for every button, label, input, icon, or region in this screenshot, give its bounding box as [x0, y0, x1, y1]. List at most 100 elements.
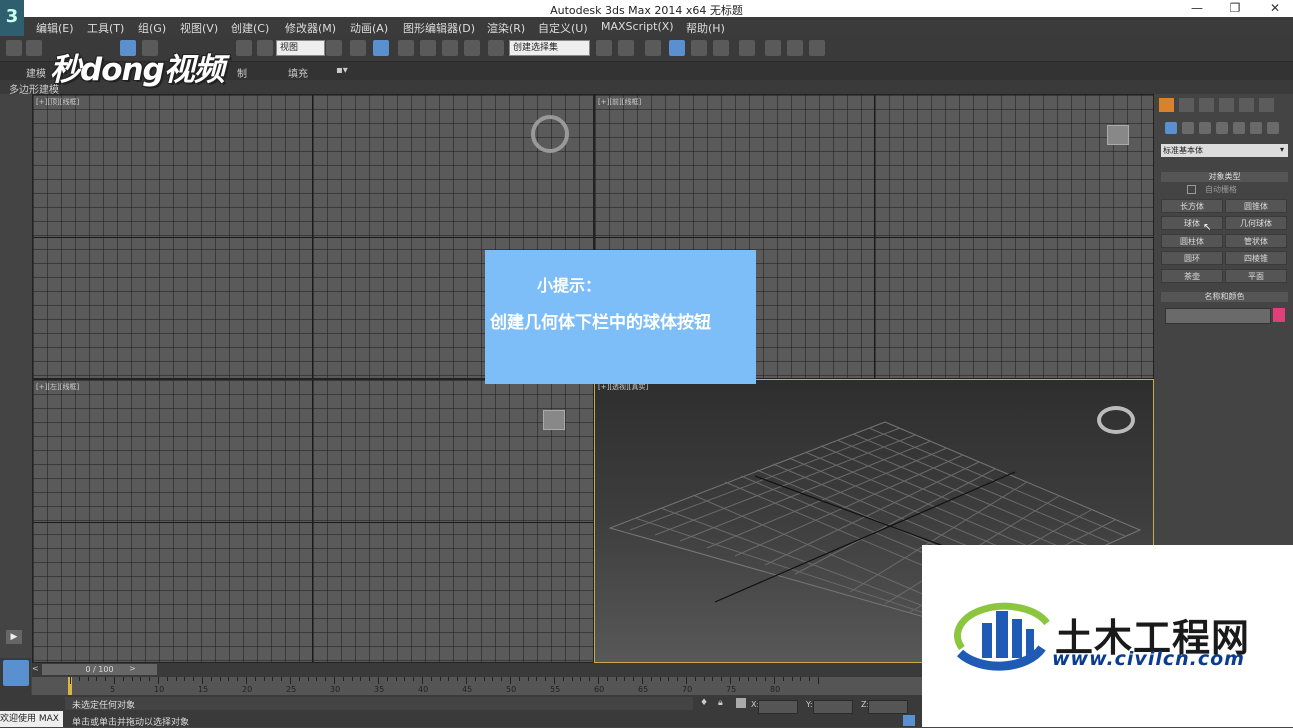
helpers-icon[interactable] — [1233, 122, 1245, 134]
viewcube-left[interactable] — [543, 410, 565, 430]
material-editor-icon[interactable] — [739, 40, 755, 56]
menu-tools[interactable]: 工具(T) — [87, 20, 124, 36]
keyboard-shortcut-icon[interactable] — [373, 40, 389, 56]
spinner-snap-icon[interactable] — [464, 40, 480, 56]
viewport-front-label[interactable]: [+][前][线框] — [598, 97, 641, 107]
menu-help[interactable]: 帮助(H) — [686, 20, 725, 36]
minimize-button[interactable]: — — [1182, 0, 1212, 17]
viewport-left-label[interactable]: [+][左][线框] — [36, 382, 79, 392]
viewport-top-label[interactable]: [+][顶][线框] — [36, 97, 79, 107]
close-button[interactable]: ✕ — [1260, 0, 1290, 17]
snap-icon[interactable] — [398, 40, 414, 56]
menu-create[interactable]: 创建(C) — [231, 20, 269, 36]
named-selection-set-select[interactable]: 创建选择集 — [509, 40, 590, 56]
curve-editor-icon[interactable] — [691, 40, 707, 56]
render-teapot-icon[interactable] — [809, 40, 825, 56]
teapot-button[interactable]: 茶壶 — [1161, 269, 1223, 283]
transform-mode-icon[interactable] — [736, 698, 746, 708]
reference-coordinate-select[interactable]: 视图 — [276, 40, 325, 56]
menu-modifiers[interactable]: 修改器(M) — [285, 20, 336, 36]
rollout-name-color[interactable]: 名称和颜色 — [1161, 292, 1288, 302]
coord-x-field[interactable] — [758, 700, 798, 714]
menu-group[interactable]: 组(G) — [138, 20, 166, 36]
maxscript-listener-icon[interactable] — [903, 715, 915, 726]
menu-graph-editors[interactable]: 图形编辑器(D) — [403, 20, 475, 36]
unlink-icon[interactable] — [26, 40, 42, 56]
align-icon[interactable] — [618, 40, 634, 56]
maxscript-mini-listener[interactable]: 欢迎使用 MAX — [0, 711, 63, 727]
motion-tab-icon[interactable] — [1219, 98, 1234, 112]
move-icon[interactable] — [350, 40, 366, 56]
geometry-icon[interactable] — [1165, 122, 1177, 134]
link-icon[interactable] — [6, 40, 22, 56]
menu-maxscript[interactable]: MAXScript(X) — [601, 20, 674, 33]
graphite-tools-icon[interactable] — [669, 40, 685, 56]
rollout-object-type[interactable]: 对象类型 — [1161, 172, 1288, 182]
hint-title: 小提示： — [537, 276, 602, 295]
track-tick — [210, 677, 212, 681]
modify-tab-icon[interactable] — [1179, 98, 1194, 112]
schematic-view-icon[interactable] — [713, 40, 729, 56]
space-warps-icon[interactable] — [1250, 122, 1262, 134]
box-button[interactable]: 长方体 — [1161, 199, 1223, 213]
ribbon-tab-modeling[interactable]: 建模 — [26, 65, 46, 80]
create-tab-icon[interactable] — [1159, 98, 1174, 112]
hierarchy-tab-icon[interactable] — [1199, 98, 1214, 112]
time-slider[interactable]: < 0 / 100 > — [32, 663, 922, 677]
viewport-left[interactable]: [+][左][线框] — [32, 379, 594, 663]
coord-z-field[interactable] — [868, 700, 908, 714]
menu-edit[interactable]: 编辑(E) — [36, 20, 74, 36]
isolate-icon[interactable]: ♦ — [700, 698, 708, 708]
ribbon-tab-populate[interactable]: 填充 — [288, 65, 308, 80]
percent-snap-icon[interactable] — [442, 40, 458, 56]
layer-manager-icon[interactable] — [645, 40, 661, 56]
viewport-layout-icon[interactable] — [3, 660, 29, 686]
edit-named-selection-icon[interactable] — [488, 40, 504, 56]
viewcube-front[interactable] — [1107, 125, 1129, 145]
display-tab-icon[interactable] — [1239, 98, 1254, 112]
shapes-icon[interactable] — [1182, 122, 1194, 134]
coord-y-field[interactable] — [813, 700, 853, 714]
menu-animation[interactable]: 动画(A) — [350, 20, 388, 36]
geosphere-button[interactable]: 几何球体 — [1225, 216, 1287, 230]
lights-icon[interactable] — [1199, 122, 1211, 134]
time-slider-thumb[interactable]: 0 / 100 — [42, 664, 157, 675]
time-next-icon[interactable]: > — [129, 664, 136, 673]
cone-button[interactable]: 圆锥体 — [1225, 199, 1287, 213]
viewcube-perspective[interactable] — [1097, 406, 1135, 434]
angle-snap-icon[interactable] — [420, 40, 436, 56]
menu-customize[interactable]: 自定义(U) — [538, 20, 588, 36]
viewcube-top[interactable] — [531, 115, 569, 153]
torus-button[interactable]: 圆环 — [1161, 251, 1223, 265]
rendered-frame-icon[interactable] — [787, 40, 803, 56]
cameras-icon[interactable] — [1216, 122, 1228, 134]
utilities-tab-icon[interactable] — [1259, 98, 1274, 112]
scale-icon[interactable] — [257, 40, 273, 56]
maximize-button[interactable]: ❐ — [1220, 0, 1250, 17]
object-name-field[interactable] — [1165, 308, 1271, 324]
lock-icon[interactable]: 🔒︎ — [718, 698, 723, 708]
rotate-icon[interactable] — [236, 40, 252, 56]
track-bar[interactable]: 5 10 15 20 25 30 35 40 45 50 55 60 65 70 75 80 — [32, 677, 922, 695]
pivot-icon[interactable] — [326, 40, 342, 56]
menu-views[interactable]: 视图(V) — [180, 20, 218, 36]
app-icon[interactable]: 3 — [0, 0, 24, 36]
sphere-button[interactable]: 球体 — [1161, 216, 1223, 230]
ribbon-toggle-icon[interactable]: ▪▾ — [336, 65, 348, 76]
autogrid-checkbox[interactable] — [1187, 185, 1196, 194]
play-icon[interactable]: ▶ — [6, 630, 22, 644]
time-prev-icon[interactable]: < — [32, 664, 39, 673]
chevron-down-icon[interactable]: ▾ — [1280, 145, 1284, 154]
render-setup-icon[interactable] — [765, 40, 781, 56]
plane-button[interactable]: 平面 — [1225, 269, 1287, 283]
ribbon-tab-freeform[interactable]: 制 — [237, 65, 247, 80]
object-color-swatch[interactable] — [1273, 308, 1285, 322]
mirror-icon[interactable] — [596, 40, 612, 56]
pyramid-button[interactable]: 四棱锥 — [1225, 251, 1287, 265]
systems-icon[interactable] — [1267, 122, 1279, 134]
object-category-dropdown[interactable]: 标准基本体 — [1161, 144, 1288, 157]
track-tick — [545, 677, 547, 681]
menu-rendering[interactable]: 渲染(R) — [487, 20, 525, 36]
cylinder-button[interactable]: 圆柱体 — [1161, 234, 1223, 248]
tube-button[interactable]: 管状体 — [1225, 234, 1287, 248]
